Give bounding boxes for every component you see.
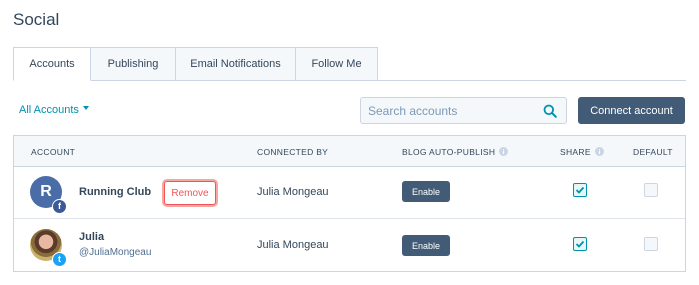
table-header: ACCOUNT CONNECTED BY BLOG AUTO-PUBLISH S… bbox=[14, 136, 685, 167]
column-header-connected-by: CONNECTED BY bbox=[257, 147, 329, 157]
table-row: t Julia @JuliaMongeau Julia Mongeau Enab… bbox=[14, 220, 685, 272]
column-header-blog-auto-publish-label: BLOG AUTO-PUBLISH bbox=[402, 147, 496, 157]
share-checkbox[interactable] bbox=[573, 237, 587, 251]
page-title: Social bbox=[13, 10, 60, 29]
account-handle: @JuliaMongeau bbox=[79, 247, 152, 258]
enable-auto-publish-button[interactable]: Enable bbox=[402, 181, 450, 202]
twitter-icon: t bbox=[52, 252, 67, 267]
avatar: R f bbox=[30, 176, 67, 214]
column-header-blog-auto-publish: BLOG AUTO-PUBLISH bbox=[402, 147, 509, 157]
connect-account-button[interactable]: Connect account bbox=[578, 97, 685, 124]
account-name: Julia bbox=[79, 231, 105, 243]
checkmark-icon bbox=[575, 186, 585, 194]
table-row: R f Running Club Remove Julia Mongeau En… bbox=[14, 167, 685, 219]
remove-button[interactable]: Remove bbox=[164, 181, 216, 205]
enable-auto-publish-button[interactable]: Enable bbox=[402, 235, 450, 256]
tab-follow-me[interactable]: Follow Me bbox=[296, 47, 378, 81]
info-icon[interactable] bbox=[594, 147, 604, 157]
column-header-default: DEFAULT bbox=[633, 147, 673, 157]
connected-by: Julia Mongeau bbox=[257, 186, 329, 198]
avatar: t bbox=[30, 229, 67, 267]
caret-down-icon bbox=[82, 106, 89, 111]
search-icon[interactable] bbox=[543, 104, 557, 118]
column-header-share-label: SHARE bbox=[560, 147, 591, 157]
default-checkbox[interactable] bbox=[644, 237, 658, 251]
account-filter-label: All Accounts bbox=[19, 104, 79, 116]
account-name: Running Club bbox=[79, 186, 152, 198]
share-checkbox[interactable] bbox=[573, 183, 587, 197]
facebook-icon: f bbox=[52, 199, 67, 214]
account-filter-dropdown[interactable]: All Accounts bbox=[19, 104, 89, 116]
search-input[interactable] bbox=[361, 98, 536, 123]
tab-publishing[interactable]: Publishing bbox=[91, 47, 176, 81]
tab-divider bbox=[378, 80, 686, 81]
tab-bar: Accounts Publishing Email Notifications … bbox=[13, 47, 378, 81]
tab-email-notifications[interactable]: Email Notifications bbox=[176, 47, 296, 81]
column-header-account: ACCOUNT bbox=[31, 147, 76, 157]
search-box bbox=[360, 97, 567, 124]
default-checkbox[interactable] bbox=[644, 183, 658, 197]
column-header-share: SHARE bbox=[560, 147, 604, 157]
checkmark-icon bbox=[575, 240, 585, 248]
tab-accounts[interactable]: Accounts bbox=[13, 47, 91, 81]
info-icon[interactable] bbox=[499, 147, 509, 157]
connected-by: Julia Mongeau bbox=[257, 239, 329, 251]
accounts-table: ACCOUNT CONNECTED BY BLOG AUTO-PUBLISH S… bbox=[13, 135, 686, 272]
